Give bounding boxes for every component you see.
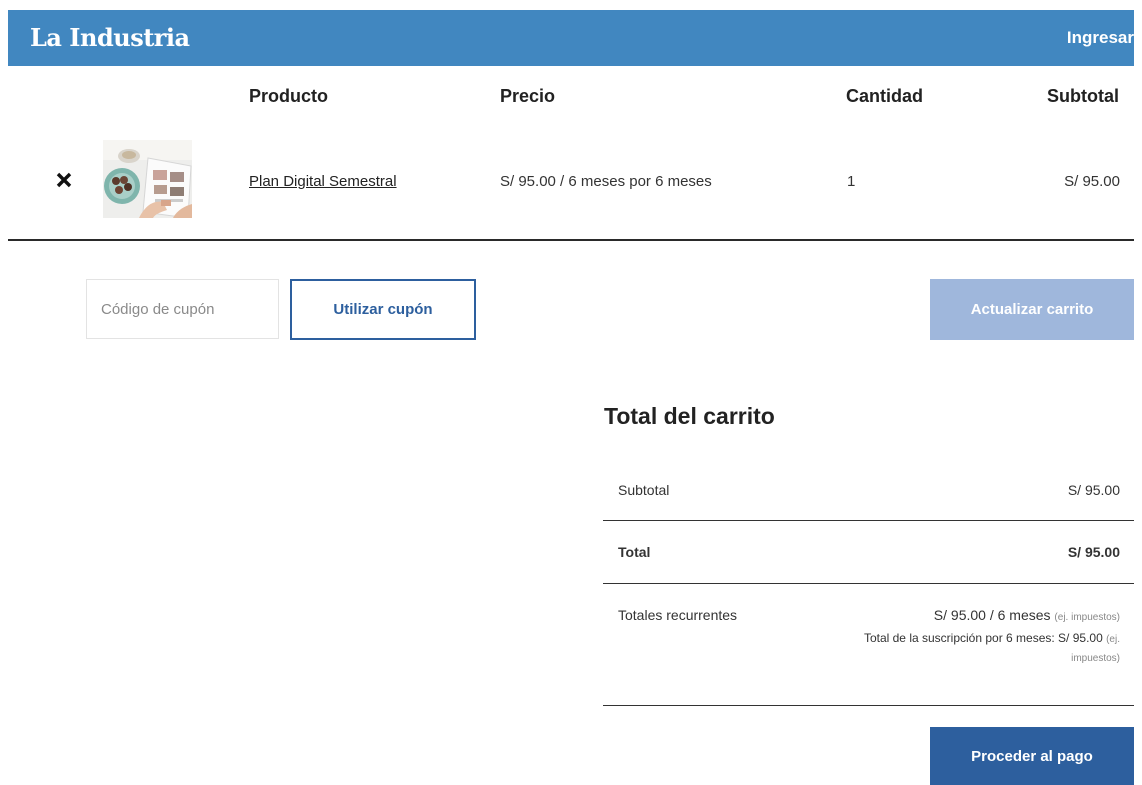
- totals-divider: [603, 583, 1134, 584]
- totals-total-label: Total: [618, 544, 651, 560]
- totals-divider: [603, 705, 1134, 706]
- column-header-quantity: Cantidad: [846, 86, 924, 106]
- tax-note: (ej. impuestos): [1054, 612, 1120, 623]
- totals-total-value: S/ 95.00: [1067, 544, 1120, 560]
- coupon-code-input[interactable]: [86, 279, 279, 339]
- product-price: S/ 95.00 / 6 meses por 6 meses: [500, 173, 712, 190]
- tax-note: (ej.: [1106, 634, 1120, 645]
- column-header-price: Precio: [500, 86, 556, 106]
- close-icon[interactable]: [54, 170, 74, 190]
- site-logo[interactable]: La Industria: [30, 23, 190, 52]
- apply-coupon-button[interactable]: Utilizar cupón: [290, 279, 476, 340]
- product-thumbnail[interactable]: [103, 140, 192, 218]
- recurring-totals-label: Totales recurrentes: [618, 607, 738, 623]
- site-header: La Industria Ingresar: [8, 10, 1134, 66]
- login-link[interactable]: Ingresar: [1067, 28, 1134, 48]
- recurring-totals-amount: S/ 95.00 / 6 meses (ej. impuestos): [933, 607, 1120, 623]
- subscription-total: Total de la suscripción por 6 meses: S/ …: [863, 631, 1120, 645]
- table-divider: [8, 239, 1134, 241]
- update-cart-button[interactable]: Actualizar carrito: [930, 279, 1134, 340]
- tax-note: impuestos): [1071, 653, 1120, 664]
- totals-subtotal-value: S/ 95.00: [1067, 482, 1120, 498]
- totals-divider: [603, 520, 1134, 521]
- product-quantity[interactable]: 1: [847, 173, 855, 190]
- proceed-to-checkout-button[interactable]: Proceder al pago: [930, 727, 1134, 785]
- product-subtotal: S/ 95.00: [1064, 173, 1120, 190]
- cart-totals-title: Total del carrito: [604, 403, 775, 429]
- column-header-subtotal: Subtotal: [1047, 86, 1119, 106]
- column-header-product: Producto: [249, 86, 328, 106]
- product-link[interactable]: Plan Digital Semestral: [249, 173, 397, 190]
- totals-subtotal-label: Subtotal: [618, 482, 670, 498]
